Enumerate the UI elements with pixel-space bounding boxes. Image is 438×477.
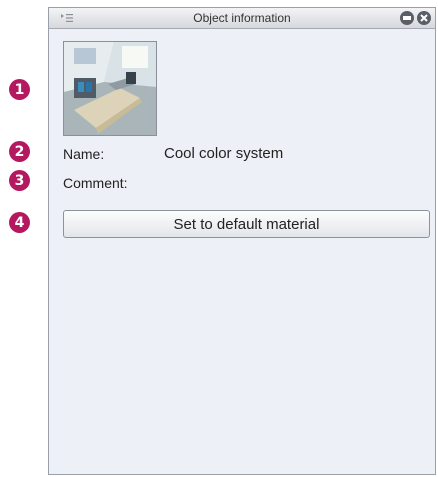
panel-title: Object information (193, 11, 291, 25)
set-default-material-button[interactable]: Set to default material (63, 210, 430, 238)
close-icon[interactable] (417, 11, 431, 25)
object-information-panel: Object information Name: Cool color syst… (48, 7, 436, 475)
panel-titlebar: Object information (49, 8, 435, 29)
callout-4: 4 (9, 212, 30, 233)
material-thumbnail (63, 41, 157, 136)
comment-label: Comment: (63, 175, 128, 191)
callout-2: 2 (9, 141, 30, 162)
name-value: Cool color system (164, 145, 284, 162)
minimize-icon[interactable] (400, 11, 414, 25)
callout-3: 3 (9, 170, 30, 191)
callout-1: 1 (9, 79, 30, 100)
name-label: Name: (63, 146, 105, 162)
